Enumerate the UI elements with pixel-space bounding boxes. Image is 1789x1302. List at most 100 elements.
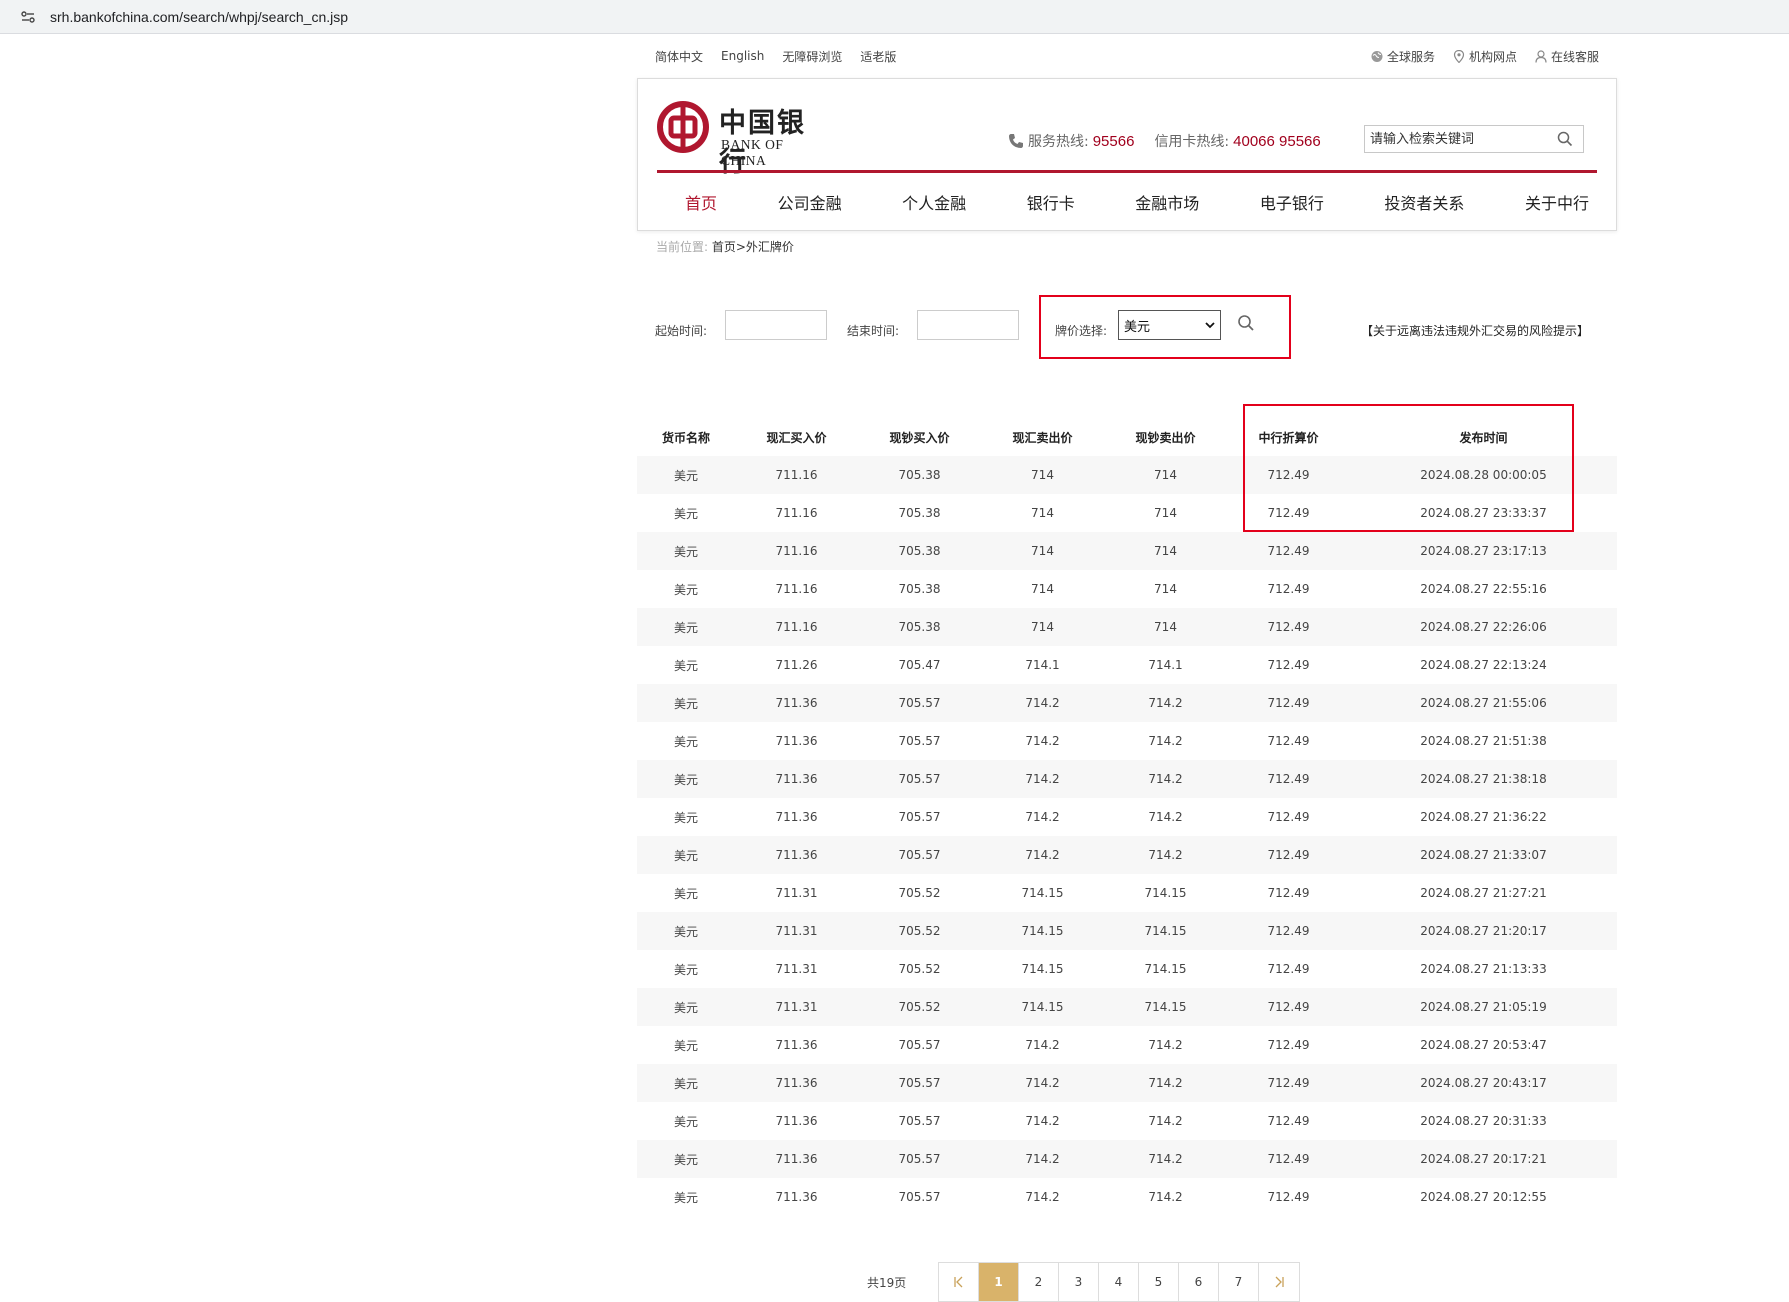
currency-select[interactable]: 美元: [1118, 310, 1221, 340]
global-service-label: 全球服务: [1386, 49, 1435, 64]
start-time-label: 起始时间:: [655, 324, 708, 338]
cell-boc-rate: 712.49: [1267, 658, 1310, 672]
cell-cash-sell: 714.2: [1148, 810, 1183, 824]
cell-spot-buy: 711.16: [775, 468, 818, 482]
cell-spot-sell: 714.2: [1025, 734, 1060, 748]
cell-boc-rate: 712.49: [1267, 1076, 1310, 1090]
bank-logo[interactable]: 中国银行 BANK OF CHINA: [657, 101, 832, 178]
cell-boc-rate: 712.49: [1267, 582, 1310, 596]
online-service-link[interactable]: 在线客服: [1535, 48, 1599, 65]
last-page-button[interactable]: [1259, 1263, 1299, 1301]
cell-cash-buy: 705.57: [898, 1190, 941, 1204]
nav-e-banking[interactable]: 电子银行: [1260, 190, 1324, 214]
logo-english-name: BANK OF CHINA: [721, 137, 784, 168]
cell-publish-time: 2024.08.27 20:12:55: [1420, 1190, 1547, 1204]
breadcrumb-path[interactable]: 首页>外汇牌价: [712, 240, 794, 254]
cell-cash-buy: 705.57: [898, 734, 941, 748]
cell-spot-buy: 711.16: [775, 620, 818, 634]
cell-publish-time: 2024.08.27 20:53:47: [1420, 1038, 1547, 1052]
nav-home[interactable]: 首页: [685, 190, 717, 214]
search-icon[interactable]: [1550, 126, 1580, 152]
cell-cash-sell: 714.2: [1148, 1152, 1183, 1166]
cell-publish-time: 2024.08.27 20:17:21: [1420, 1152, 1547, 1166]
elderly-mode-link[interactable]: 适老版: [860, 48, 896, 65]
breadcrumb: 当前位置: 首页>外汇牌价: [637, 238, 1617, 255]
cell-cash-buy: 705.38: [898, 506, 941, 520]
nav-about-boc[interactable]: 关于中行: [1525, 190, 1589, 214]
cell-currency-name: 美元: [673, 1190, 698, 1205]
cell-spot-sell: 714.2: [1025, 696, 1060, 710]
table-row: 美元 711.36 705.57 714.2 714.2 712.49 2024.08.27…: [637, 798, 1617, 836]
cell-cash-buy: 705.57: [898, 848, 941, 862]
cell-publish-time: 2024.08.27 21:33:07: [1420, 848, 1547, 862]
nav-personal-banking[interactable]: 个人金融: [902, 190, 966, 214]
pagination: 共19页 1 2 3 4 5 6 7: [637, 1262, 1617, 1302]
cell-cash-sell: 714: [1154, 506, 1177, 520]
cell-boc-rate: 712.49: [1267, 1038, 1310, 1052]
start-time-input[interactable]: [725, 310, 827, 340]
nav-financial-markets[interactable]: 金融市场: [1135, 190, 1199, 214]
cell-publish-time: 2024.08.27 21:51:38: [1420, 734, 1547, 748]
risk-notice-link[interactable]: 【关于远离违法违规外汇交易的风险提示】: [1361, 322, 1589, 339]
cell-cash-buy: 705.57: [898, 1114, 941, 1128]
cell-spot-buy: 711.31: [775, 924, 818, 938]
cell-cash-sell: 714: [1154, 620, 1177, 634]
cell-boc-rate: 712.49: [1267, 772, 1310, 786]
table-row: 美元 711.36 705.57 714.2 714.2 712.49 2024.08.27…: [637, 1178, 1617, 1216]
search-submit-icon[interactable]: [1237, 314, 1255, 332]
url-text[interactable]: srh.bankofchina.com/search/whpj/search_c…: [50, 9, 348, 25]
cell-spot-buy: 711.31: [775, 886, 818, 900]
page-4-button[interactable]: 4: [1099, 1263, 1139, 1301]
cell-boc-rate: 712.49: [1267, 1114, 1310, 1128]
cell-spot-sell: 714: [1031, 468, 1054, 482]
search-input[interactable]: [1365, 127, 1550, 151]
cell-cash-sell: 714.2: [1148, 1190, 1183, 1204]
end-time-label: 结束时间:: [847, 324, 900, 338]
cell-boc-rate: 712.49: [1267, 810, 1310, 824]
cell-cash-buy: 705.57: [898, 1038, 941, 1052]
header-spot-sell: 现汇卖出价: [1012, 430, 1073, 445]
cell-cash-sell: 714.2: [1148, 1114, 1183, 1128]
page-5-button[interactable]: 5: [1139, 1263, 1179, 1301]
lang-english-link[interactable]: English: [721, 49, 764, 63]
page-1-button[interactable]: 1: [979, 1263, 1019, 1301]
cell-cash-sell: 714.15: [1144, 924, 1187, 938]
global-service-link[interactable]: 全球服务: [1371, 48, 1435, 65]
table-row: 美元 711.31 705.52 714.15 714.15 712.49 2024.08.…: [637, 950, 1617, 988]
cell-boc-rate: 712.49: [1267, 1190, 1310, 1204]
cell-publish-time: 2024.08.27 20:43:17: [1420, 1076, 1547, 1090]
end-time-input[interactable]: [917, 310, 1019, 340]
page-7-button[interactable]: 7: [1219, 1263, 1259, 1301]
page-6-button[interactable]: 6: [1179, 1263, 1219, 1301]
cell-currency-name: 美元: [673, 1000, 698, 1015]
cell-publish-time: 2024.08.27 21:36:22: [1420, 810, 1547, 824]
nav-corporate-banking[interactable]: 公司金融: [778, 190, 842, 214]
page-2-button[interactable]: 2: [1019, 1263, 1059, 1301]
branches-link[interactable]: 机构网点: [1453, 48, 1517, 65]
cell-boc-rate: 712.49: [1267, 848, 1310, 862]
cell-spot-buy: 711.36: [775, 848, 818, 862]
table-row: 美元 711.16 705.38 714 714 712.49 2024.08.28 00:…: [637, 456, 1617, 494]
browser-address-bar: srh.bankofchina.com/search/whpj/search_c…: [0, 0, 1789, 34]
accessibility-link[interactable]: 无障碍浏览: [782, 48, 842, 65]
cell-cash-buy: 705.52: [898, 1000, 941, 1014]
lang-simplified-link[interactable]: 简体中文: [655, 48, 703, 65]
site-settings-icon[interactable]: [20, 9, 36, 25]
branches-label: 机构网点: [1468, 49, 1517, 64]
page-3-button[interactable]: 3: [1059, 1263, 1099, 1301]
cell-cash-buy: 705.38: [898, 620, 941, 634]
cell-cash-sell: 714.2: [1148, 848, 1183, 862]
cell-spot-buy: 711.36: [775, 1114, 818, 1128]
currency-select-value: 美元: [1124, 319, 1151, 335]
cell-cash-sell: 714.1: [1148, 658, 1183, 672]
nav-investor-relations[interactable]: 投资者关系: [1384, 190, 1464, 214]
cell-currency-name: 美元: [673, 886, 698, 901]
table-body: 美元 711.16 705.38 714 714 712.49 2024.08.28 00:…: [637, 456, 1617, 1216]
nav-bank-card[interactable]: 银行卡: [1027, 190, 1075, 214]
header-boc-rate: 中行折算价: [1258, 430, 1319, 445]
cell-cash-buy: 705.57: [898, 696, 941, 710]
first-page-button[interactable]: [939, 1263, 979, 1301]
cell-publish-time: 2024.08.27 21:55:06: [1420, 696, 1547, 710]
cell-spot-sell: 714: [1031, 582, 1054, 596]
filter-bar: 起始时间: 结束时间: 牌价选择: 美元 【关于远离违法违规外汇交易的风险提示】: [637, 260, 1617, 368]
